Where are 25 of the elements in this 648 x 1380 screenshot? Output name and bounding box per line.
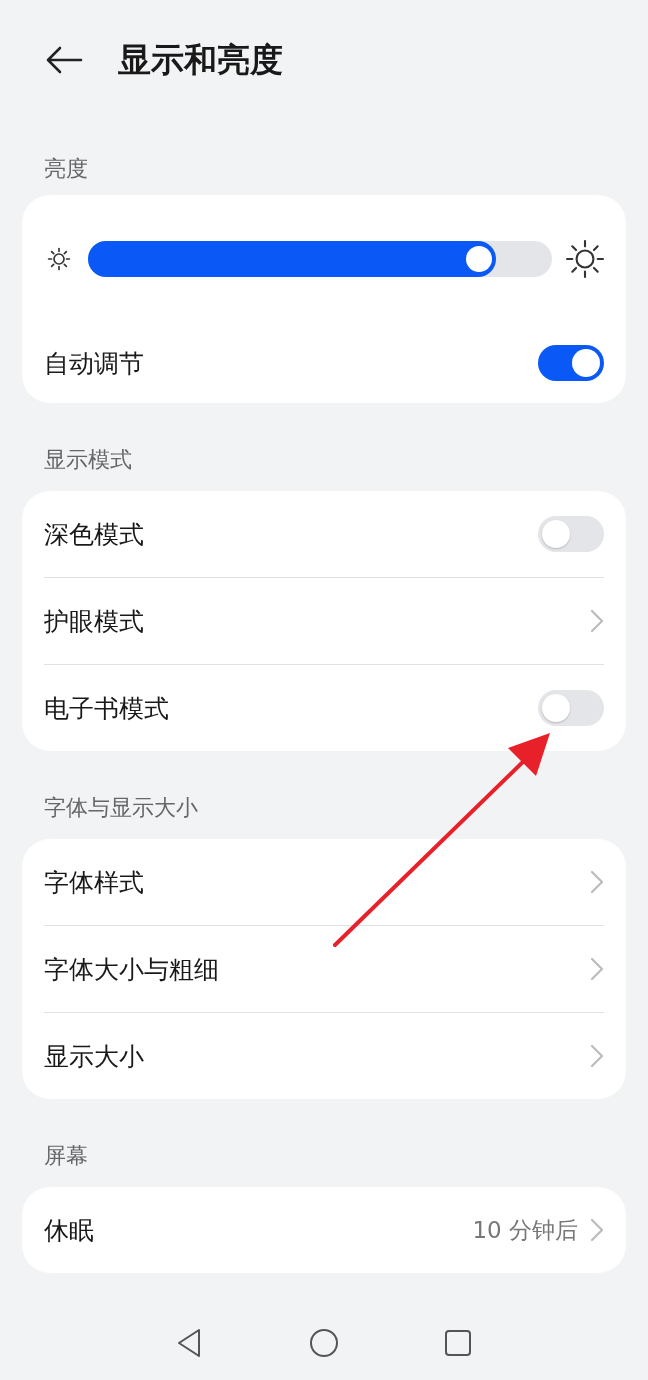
setting-item[interactable]: 字体大小与粗细 xyxy=(44,925,604,1012)
setting-label: 深色模式 xyxy=(44,518,145,551)
back-icon[interactable] xyxy=(44,45,84,75)
setting-label: 电子书模式 xyxy=(44,692,170,725)
setting-item[interactable]: 字体样式 xyxy=(44,839,604,925)
section-heading: 屏幕 xyxy=(44,1143,88,1169)
setting-item[interactable]: 显示大小 xyxy=(44,1012,604,1099)
section-heading: 亮度 xyxy=(44,155,88,182)
home-icon[interactable] xyxy=(307,1326,341,1360)
toggle-switch[interactable] xyxy=(538,516,604,552)
toggle-switch[interactable] xyxy=(538,690,604,726)
section-heading: 字体与显示大小 xyxy=(44,795,198,821)
chevron-icon xyxy=(590,1218,604,1242)
bright-sun-icon xyxy=(566,240,604,278)
toggle-switch[interactable] xyxy=(538,345,604,381)
section-heading: 显示模式 xyxy=(44,447,132,473)
brightness-slider[interactable] xyxy=(88,241,552,277)
chevron-icon xyxy=(590,609,604,633)
setting-item[interactable]: 休眠 10 分钟后 xyxy=(44,1187,604,1273)
chevron-icon xyxy=(590,870,604,894)
setting-label: 自动调节 xyxy=(44,347,145,380)
chevron-icon xyxy=(590,957,604,981)
chevron-icon xyxy=(590,1044,604,1068)
page-title: 显示和亮度 xyxy=(118,38,283,81)
setting-item[interactable]: 护眼模式 xyxy=(44,577,604,664)
